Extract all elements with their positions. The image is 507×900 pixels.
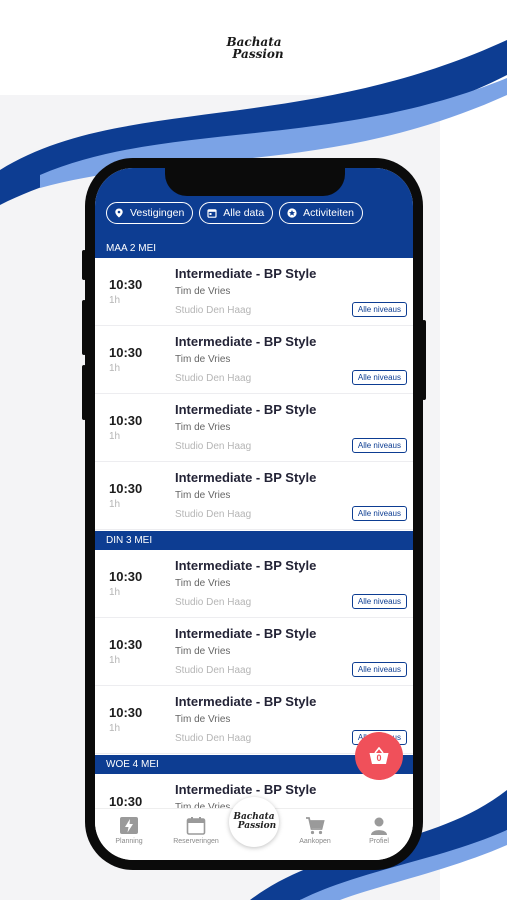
- bottom-tab-bar: Planning Reserveringen Bachata Passion A…: [95, 797, 413, 860]
- lesson-time: 10:30: [109, 481, 143, 496]
- lesson-title: Intermediate - BP Style: [175, 782, 317, 797]
- lesson-time: 10:30: [109, 569, 143, 584]
- lesson-duration: 1h: [109, 499, 121, 510]
- lesson-studio: Studio Den Haag: [175, 373, 252, 384]
- lesson-row[interactable]: 10:30 1h Intermediate - BP Style Tim de …: [95, 462, 413, 530]
- phone-side-button: [82, 300, 86, 355]
- cart-button[interactable]: 0: [355, 732, 403, 780]
- tab-planning[interactable]: Planning: [99, 817, 159, 845]
- level-badge: Alle niveaus: [351, 438, 407, 453]
- filter-alle-data[interactable]: Alle data: [199, 202, 274, 224]
- level-badge: Alle niveaus: [351, 370, 407, 385]
- lesson-time: 10:30: [109, 705, 143, 720]
- lesson-title: Intermediate - BP Style: [175, 402, 317, 417]
- lesson-duration: 1h: [109, 431, 121, 442]
- lesson-studio: Studio Den Haag: [175, 509, 252, 520]
- lesson-studio: Studio Den Haag: [175, 305, 252, 316]
- filter-bar: Vestigingen Alle data Activiteiten: [106, 202, 363, 224]
- lesson-title: Intermediate - BP Style: [175, 558, 317, 573]
- brand-logo: Bachata Passion: [222, 28, 286, 68]
- lesson-row[interactable]: 10:30 1h Intermediate - BP Style Tim de …: [95, 326, 413, 394]
- lesson-teacher: Tim de Vries: [175, 646, 231, 657]
- lesson-time: 10:30: [109, 413, 143, 428]
- lesson-duration: 1h: [109, 587, 121, 598]
- lesson-title: Intermediate - BP Style: [175, 626, 317, 641]
- star-icon: [287, 208, 297, 218]
- tab-label: Profiel: [369, 838, 389, 845]
- lesson-teacher: Tim de Vries: [175, 422, 231, 433]
- tab-profiel[interactable]: Profiel: [349, 817, 409, 845]
- lesson-teacher: Tim de Vries: [175, 490, 231, 501]
- lesson-duration: 1h: [109, 723, 121, 734]
- lesson-studio: Studio Den Haag: [175, 733, 252, 744]
- lesson-teacher: Tim de Vries: [175, 714, 231, 725]
- filter-activiteiten[interactable]: Activiteiten: [279, 202, 363, 224]
- lesson-time: 10:30: [109, 794, 143, 809]
- filter-vestigingen[interactable]: Vestigingen: [106, 202, 194, 224]
- lesson-time: 10:30: [109, 637, 143, 652]
- day-header: DIN 3 MEI: [95, 531, 413, 550]
- tab-reserveringen[interactable]: Reserveringen: [166, 817, 226, 845]
- lesson-time: 10:30: [109, 345, 143, 360]
- lesson-studio: Studio Den Haag: [175, 665, 252, 676]
- calendar-icon: [207, 209, 217, 218]
- brand-logo-line2: Passion: [232, 47, 284, 61]
- phone-side-button: [82, 365, 86, 420]
- cart-icon: [306, 817, 325, 835]
- level-badge: Alle niveaus: [351, 594, 407, 609]
- lesson-row[interactable]: 10:30 1h Intermediate - BP Style Tim de …: [95, 394, 413, 462]
- level-badge: Alle niveaus: [351, 302, 407, 317]
- calendar-icon: [186, 817, 206, 835]
- lesson-studio: Studio Den Haag: [175, 441, 252, 452]
- level-badge: Alle niveaus: [351, 662, 407, 677]
- filter-label: Vestigingen: [130, 207, 185, 219]
- phone-notch: [165, 158, 345, 196]
- lesson-row[interactable]: 10:30 1h Intermediate - BP Style Tim de …: [95, 550, 413, 618]
- lesson-duration: 1h: [109, 363, 121, 374]
- lesson-title: Intermediate - BP Style: [175, 694, 317, 709]
- lesson-time: 10:30: [109, 277, 143, 292]
- tab-label: Aankopen: [299, 838, 331, 845]
- level-badge: Alle niveaus: [351, 506, 407, 521]
- cart-count: 0: [376, 753, 382, 763]
- phone-power-button: [422, 320, 426, 400]
- day-header: MAA 2 MEI: [95, 239, 413, 258]
- tab-aankopen[interactable]: Aankopen: [285, 817, 345, 845]
- filter-label: Activiteiten: [303, 207, 354, 219]
- lesson-row[interactable]: 10:30 1h Intermediate - BP Style Tim de …: [95, 618, 413, 686]
- lesson-studio: Studio Den Haag: [175, 597, 252, 608]
- filter-label: Alle data: [223, 207, 265, 219]
- lesson-title: Intermediate - BP Style: [175, 266, 317, 281]
- tab-home-logo[interactable]: Bachata Passion: [229, 797, 279, 847]
- phone-side-button: [82, 250, 86, 280]
- location-pin-icon: [115, 208, 123, 218]
- lesson-duration: 1h: [109, 655, 121, 666]
- lesson-teacher: Tim de Vries: [175, 578, 231, 589]
- lesson-teacher: Tim de Vries: [175, 286, 231, 297]
- lesson-teacher: Tim de Vries: [175, 354, 231, 365]
- lesson-title: Intermediate - BP Style: [175, 470, 317, 485]
- app-screen: Vestigingen Alle data Activiteiten MAA 2…: [95, 168, 413, 860]
- lesson-row[interactable]: 10:30 1h Intermediate - BP Style Tim de …: [95, 258, 413, 326]
- tab-label: Reserveringen: [173, 838, 219, 845]
- person-icon: [371, 817, 387, 835]
- brand-logo-line2: Passion: [237, 821, 277, 831]
- lightning-icon: [120, 817, 138, 834]
- lesson-duration: 1h: [109, 295, 121, 306]
- tab-label: Planning: [115, 838, 143, 845]
- lesson-title: Intermediate - BP Style: [175, 334, 317, 349]
